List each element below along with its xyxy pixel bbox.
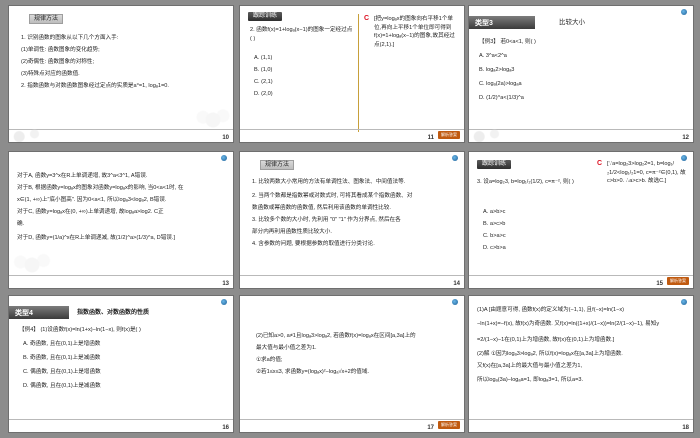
type-banner: 类型4	[9, 306, 69, 319]
divider	[240, 129, 464, 130]
option-c: C. logₐ(2a)>logₐa	[479, 81, 522, 87]
type-label: 类型4	[15, 310, 33, 317]
corner-ball-icon	[221, 155, 227, 161]
slide-thumbnail-16[interactable]: 类型4 指数函数、对数函数的性质 【例4】 (1)设函数f(x)=ln(1+x)…	[9, 296, 233, 432]
answer-letter: C	[597, 160, 603, 167]
question: 3. 设a=log₂3, b=log₁/₂(1/2), c=π⁻², 则( )	[477, 179, 574, 185]
option-b: B. a>c>b	[483, 221, 506, 227]
text-line: 最大值与最小值之差为1.	[256, 345, 317, 351]
text-line: 1. 比较两数大小常用的方法有单调性法、图象法、中间值法等.	[252, 179, 406, 185]
slide-thumbnail-15[interactable]: 跟踪训练 C [∵a=log₂3>log₂2=1, b=log₁/₂1/2<lo…	[469, 152, 693, 288]
text-line: (2)解 ①因为logₐ3>logₐ2, 所以f(x)=logₐx在[a,3a]…	[477, 351, 623, 357]
text-line: 对于B, 根据函数y=logₐx的图象对函数y=logₐx的影响, 当0<a<1…	[17, 185, 184, 191]
slide-thumbnail-13[interactable]: 对于A, 函数y=3^x在R上单调递增, 故3^a<3^1, A错误. 对于B,…	[9, 152, 233, 288]
option-c: C. 偶函数, 且在(0,1)上是增函数	[23, 369, 101, 375]
option-a: A. a>b>c	[483, 209, 506, 215]
practice-tag: 跟踪训练	[477, 160, 512, 169]
method-tag: 规律方法	[260, 160, 295, 170]
answer-letter: C	[364, 15, 370, 22]
text-line: 数函数或幂函数的函数值, 然后利用该函数的单调性比较.	[252, 205, 391, 211]
text-line: 4. 含参数的问题, 要根据参数的取值进行分类讨论.	[252, 241, 375, 247]
type-banner: 类型3	[469, 16, 535, 29]
text-line: 又f(x)在[a,3a]上的最大值与最小值之差为1,	[477, 363, 583, 369]
answer-button[interactable]: 解析答案	[438, 131, 460, 139]
option-b: B. (1,0)	[254, 67, 273, 73]
text-line: 对于D, 函数y=(1/a)^x在R上单调递减, 故(1/2)^a>(1/3)^…	[17, 235, 175, 241]
text-line: 1. 识别函数的图象从以下几个方面入手:	[21, 35, 119, 41]
corner-ball-icon	[452, 155, 458, 161]
option-d: D. 偶函数, 且在(0,1)上是减函数	[23, 383, 101, 389]
column-divider	[358, 14, 359, 132]
example-line: 【例3】 若0<a<1, 则( )	[479, 39, 536, 45]
option-c: C. (2,1)	[254, 79, 273, 85]
slide-thumbnail-11[interactable]: 跟踪训练 2. 函数f(x)=1+logₐ(x−1)的图象一定经过点( ) A.…	[240, 6, 464, 142]
text-line: 2. 指数函数与对数函数图象经过定点的实质是a⁰=1, logₐ1=0.	[21, 83, 169, 89]
text-line: 3. 比较多个数的大小时, 先利用 "0" "1" 作为分界点, 然后在各	[252, 217, 401, 223]
answer-button[interactable]: 解析答案	[438, 421, 460, 429]
slide-number: 14	[453, 281, 460, 287]
text-line: (3)特殊点对应的函数值.	[21, 71, 80, 77]
slide-number: 10	[222, 135, 229, 141]
practice-tag: 跟踪训练	[248, 12, 283, 21]
text-line: (1)单调性: 函数图象的变化趋势;	[21, 47, 100, 53]
text-line: =2/(1−x)−1在(0,1)上为增函数, 故f(x)在(0,1)上为增函数.…	[477, 337, 615, 343]
corner-ball-icon	[681, 9, 687, 15]
answer-button[interactable]: 解析答案	[667, 277, 689, 285]
divider	[469, 275, 693, 276]
slide-number: 11	[427, 135, 434, 141]
text-line: (1)A [由题意可得, 函数f(x)的定义域为(−1,1), 且f(−x)=l…	[477, 307, 625, 313]
corner-ball-icon	[681, 299, 687, 305]
text-line: (2)奇偶性: 函数图象的对称性;	[21, 59, 95, 65]
slide-thumbnail-17[interactable]: (2)已知a>0, a≠1且logₐ3>logₐ2, 若函数f(x)=logₐx…	[240, 296, 464, 432]
corner-ball-icon	[221, 299, 227, 305]
section-title: 指数函数、对数函数的性质	[77, 310, 150, 316]
corner-decoration	[469, 124, 503, 142]
slide-thumbnail-18[interactable]: (1)A [由题意可得, 函数f(x)的定义域为(−1,1), 且f(−x)=l…	[469, 296, 693, 432]
text-line: 确.	[17, 221, 25, 227]
explanation: [∵a=log₂3>log₂2=1, b=log₁/₂1/2<log₁/₂1=0…	[607, 161, 686, 184]
text-line: 2. 当两个数都是指数幂或对数式时, 可将其看成某个指数函数、对	[252, 193, 413, 199]
explanation: [把y=logₐx的图象向右平移1个单位,再向上平移1个单位即可得到f(x)=1…	[374, 16, 455, 48]
text-line: x∈(1, +∞)上"底小图高". 因为0<a<1, 所以logₐ3<logₐ2…	[17, 197, 167, 203]
slide-number: 18	[682, 425, 689, 431]
divider	[469, 419, 693, 420]
slide-thumbnail-12[interactable]: 类型3 比较大小 【例3】 若0<a<1, 则( ) A. 3^a<2^a B.…	[469, 6, 693, 142]
slide-number: 13	[222, 281, 229, 287]
question: 2. 函数f(x)=1+logₐ(x−1)的图象一定经过点( )	[250, 27, 353, 42]
option-d: D. c>b>a	[483, 245, 506, 251]
text-line: 部分内再利用函数性质比较大小.	[252, 229, 332, 235]
type-label: 类型3	[475, 20, 493, 27]
text-line: (2)已知a>0, a≠1且logₐ3>logₐ2, 若函数f(x)=logₐx…	[256, 333, 416, 339]
slide-number: 12	[682, 135, 689, 141]
option-d: D. (1/2)^a<(1/3)^a	[479, 95, 524, 101]
option-d: D. (2,0)	[254, 91, 273, 97]
text-line: −ln(1+x)=−f(x), 故f(x)为奇函数. 又f(x)=ln((1+x…	[477, 321, 660, 327]
divider	[9, 275, 233, 276]
slide-number: 16	[222, 425, 229, 431]
divider	[9, 419, 233, 420]
corner-decoration	[9, 124, 43, 142]
text-line: 所以logₐ(3a)−logₐa=1, 即logₐ3=1, 所以a=3.	[477, 377, 584, 383]
method-tag: 规律方法	[29, 14, 64, 24]
text-line: 对于A, 函数y=3^x在R上单调递增, 故3^a<3^1, A错误.	[17, 173, 148, 179]
divider	[240, 275, 464, 276]
text-line: 对于C, 函数y=logₐx在(0, +∞)上单调递增, 故logₐa>log2…	[17, 209, 164, 215]
text-line: ①求a的值;	[256, 357, 283, 363]
option-a: A. (1,1)	[254, 55, 273, 61]
slide-thumbnail-10[interactable]: 规律方法 1. 识别函数的图象从以下几个方面入手: (1)单调性: 函数图象的变…	[9, 6, 233, 142]
option-a: A. 3^a<2^a	[479, 53, 507, 59]
divider	[240, 419, 464, 420]
slide-thumbnail-14[interactable]: 规律方法 1. 比较两数大小常用的方法有单调性法、图象法、中间值法等. 2. 当…	[240, 152, 464, 288]
corner-ball-icon	[452, 299, 458, 305]
option-b: B. logₐ2>logₐ3	[479, 67, 515, 73]
slide-number: 15	[656, 281, 663, 287]
text-line: ②若1≤x≤3, 求函数y=(logₐx)²−logₐ√x+2的值域.	[256, 369, 370, 375]
slide-number: 17	[427, 425, 434, 431]
section-title: 比较大小	[559, 19, 585, 26]
option-a: A. 奇函数, 且在(0,1)上是增函数	[23, 341, 101, 347]
option-b: B. 奇函数, 且在(0,1)上是减函数	[23, 355, 101, 361]
option-c: C. b>a>c	[483, 233, 506, 239]
example-line: 【例4】 (1)设函数f(x)=ln(1+x)−ln(1−x), 则f(x)是(…	[19, 327, 141, 333]
